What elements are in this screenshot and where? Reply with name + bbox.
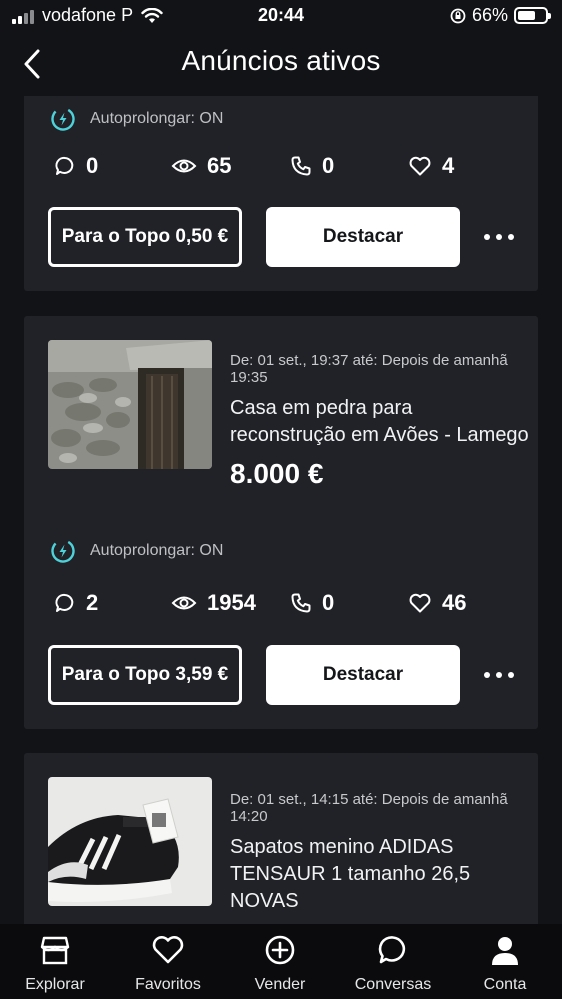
listing-actions: Para o Topo 0,50 € Destacar: [48, 207, 528, 267]
listing-stats: 0 65 0 4: [54, 153, 514, 183]
app-screen: vodafone P 20:44 66% Anúncios ativos Aut…: [0, 0, 562, 999]
listing-card: De: 01 set., 14:15 até: Depois de amanhã…: [24, 753, 538, 924]
more-options-button[interactable]: [484, 663, 514, 687]
listing-image[interactable]: [48, 777, 212, 906]
stat-views: 1954: [171, 590, 256, 616]
listing-stats: 2 1954 0 46: [54, 590, 514, 620]
orientation-lock-icon: [450, 8, 466, 23]
listing-date: De: 01 set., 14:15 até: Depois de amanhã…: [230, 791, 508, 825]
favorites-count: 46: [442, 590, 467, 615]
battery-fill: [518, 11, 536, 20]
autoprolong-status: Autoprolongar: ON: [50, 106, 223, 132]
chat-bubble-icon: [55, 593, 74, 612]
stat-messages: 0: [54, 153, 98, 179]
battery-icon: [514, 7, 551, 24]
listing-title[interactable]: Sapatos menino ADIDAS TENSAUR 1 tamanho …: [230, 834, 530, 915]
more-options-button[interactable]: [484, 225, 514, 249]
listings-scroll-area[interactable]: Autoprolongar: ON 0 65 0 4 Para o Topo 0…: [0, 96, 562, 924]
destacar-button[interactable]: Destacar: [266, 645, 460, 705]
stat-calls: 0: [290, 153, 334, 179]
listing-info: De: 01 set., 14:15 até: Depois de amanhã…: [230, 791, 530, 915]
listing-date: De: 01 set., 19:37 até: Depois de amanhã…: [230, 352, 508, 386]
store-icon: [40, 936, 70, 965]
nav-explorar-label: Explorar: [25, 976, 85, 993]
nav-explorar[interactable]: Explorar: [5, 934, 105, 994]
listing-image[interactable]: [48, 340, 212, 469]
heart-icon: [409, 593, 431, 613]
autoprolong-label: Autoprolongar: ON: [90, 542, 224, 559]
views-count: 1954: [207, 590, 256, 615]
listing-card: De: 01 set., 19:37 até: Depois de amanhã…: [24, 316, 538, 729]
favorites-count: 4: [442, 153, 455, 178]
status-bar: vodafone P 20:44 66%: [0, 0, 562, 32]
autoprolong-icon: [51, 107, 75, 131]
autoprolong-label: Autoprolongar: ON: [90, 110, 224, 127]
phone-icon: [291, 593, 311, 613]
status-right: 66%: [450, 5, 551, 26]
listing-title[interactable]: Casa em pedra para reconstrução em Avões…: [230, 395, 530, 449]
chat-bubble-icon: [55, 156, 74, 175]
stone-house-photo: [48, 340, 212, 469]
calls-count: 0: [322, 590, 335, 615]
messages-count: 2: [86, 590, 99, 615]
para-o-topo-button[interactable]: Para o Topo 3,59 €: [48, 645, 242, 705]
nav-vender-label: Vender: [254, 976, 306, 993]
nav-favoritos[interactable]: Favoritos: [118, 934, 218, 994]
para-o-topo-button[interactable]: Para o Topo 0,50 €: [48, 207, 242, 267]
destacar-button[interactable]: Destacar: [266, 207, 460, 267]
plus-circle-icon: [265, 935, 295, 965]
listing-card: Autoprolongar: ON 0 65 0 4 Para o Topo 0…: [24, 96, 538, 291]
nav-conversas[interactable]: Conversas: [343, 934, 443, 994]
listing-price: 8.000 €: [230, 458, 324, 489]
page-header: Anúncios ativos: [0, 32, 562, 96]
page-title: Anúncios ativos: [181, 45, 381, 76]
eye-icon: [171, 159, 197, 173]
stat-favorites: 46: [408, 590, 466, 616]
nav-conversas-label: Conversas: [354, 976, 432, 993]
nav-vender[interactable]: Vender: [230, 934, 330, 994]
user-icon: [492, 937, 518, 965]
stat-favorites: 4: [408, 153, 454, 179]
listing-info: De: 01 set., 19:37 até: Depois de amanhã…: [230, 352, 530, 490]
stat-views: 65: [171, 153, 231, 179]
autoprolong-status: Autoprolongar: ON: [50, 538, 223, 564]
heart-icon: [409, 156, 431, 176]
heart-icon: [152, 936, 184, 964]
nav-conta[interactable]: Conta: [455, 934, 555, 994]
stat-messages: 2: [54, 590, 98, 616]
views-count: 65: [207, 153, 232, 178]
chat-bubble-icon: [378, 936, 406, 964]
nav-favoritos-label: Favoritos: [135, 976, 201, 993]
battery-percent: 66%: [471, 5, 508, 25]
sneakers-photo: [48, 777, 212, 906]
phone-icon: [291, 156, 311, 176]
eye-icon: [171, 596, 197, 610]
calls-count: 0: [322, 153, 335, 178]
stat-calls: 0: [290, 590, 334, 616]
messages-count: 0: [86, 153, 99, 178]
autoprolong-icon: [51, 539, 75, 563]
nav-conta-label: Conta: [483, 976, 527, 993]
listing-actions: Para o Topo 3,59 € Destacar: [48, 645, 528, 705]
bottom-navigation: Explorar Favoritos Vender Conversas Cont…: [0, 924, 562, 999]
